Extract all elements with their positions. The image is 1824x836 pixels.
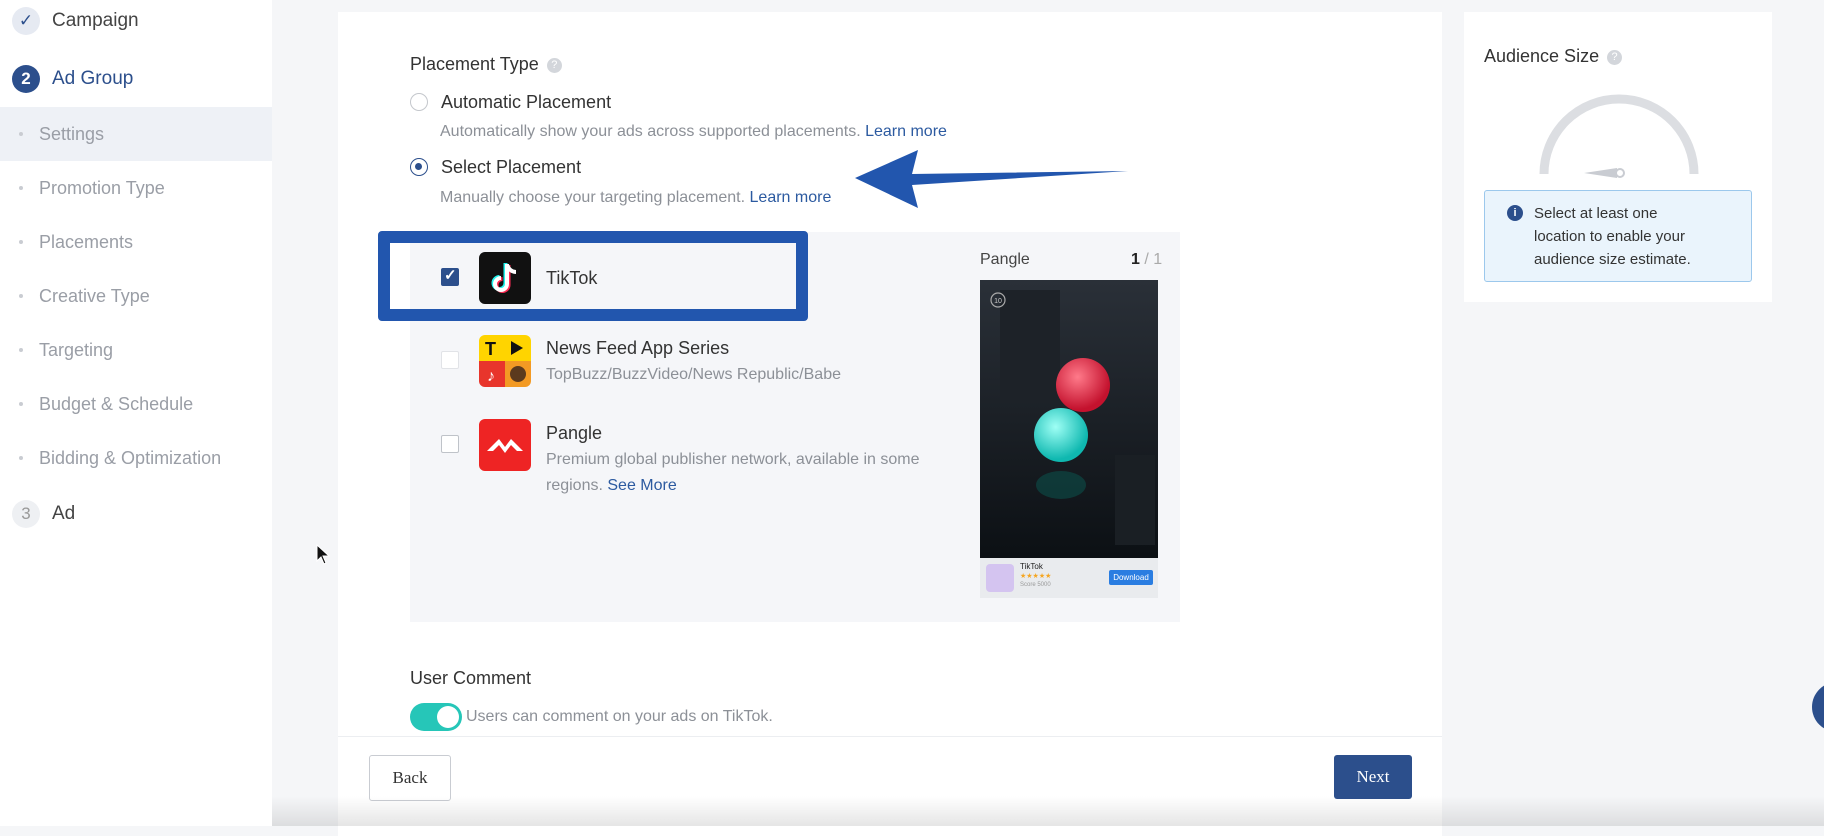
bullet-icon	[19, 132, 23, 136]
step-ad-group[interactable]: 2 Ad Group	[12, 65, 133, 93]
automatic-desc-text: Automatically show your ads across suppo…	[440, 123, 861, 140]
placement-type-label: Placement Type	[410, 54, 539, 74]
bullet-icon	[19, 348, 23, 352]
audience-info-box: i Select at least one location to enable…	[1484, 190, 1752, 282]
select-placement-label[interactable]: Select Placement	[441, 157, 581, 178]
pangle-desc-line: Premium global publisher network, availa…	[546, 451, 920, 468]
step-number-badge: 3	[12, 500, 40, 528]
floating-action-button[interactable]	[1812, 682, 1824, 732]
automatic-placement-label[interactable]: Automatic Placement	[441, 92, 611, 113]
info-icon: i	[1507, 205, 1523, 221]
user-comment-toggle[interactable]	[410, 703, 462, 731]
preview-footer: TikTok ★★★★★ Score 5000 Download	[980, 558, 1158, 598]
preview-title: Pangle	[980, 251, 1030, 268]
audience-gauge-icon	[1539, 94, 1699, 178]
svg-text:T: T	[485, 339, 496, 359]
placement-type-heading: Placement Type?	[410, 54, 562, 75]
sidebar-item-label: Creative Type	[39, 285, 150, 306]
app-sub-news-feed: TopBuzz/BuzzVideo/News Republic/Babe	[546, 366, 841, 383]
next-button[interactable]: Next	[1334, 755, 1412, 799]
preview-pagination: 1 / 1	[1131, 251, 1162, 269]
preview-timer: 10	[994, 298, 1002, 305]
checkbox-pangle[interactable]	[441, 435, 459, 453]
learn-more-link[interactable]: Learn more	[865, 123, 947, 140]
preview-app-name: TikTok	[1020, 562, 1043, 571]
mouse-cursor-icon	[316, 544, 331, 565]
sidebar-item-label: Budget & Schedule	[39, 393, 194, 414]
toggle-knob	[437, 706, 459, 728]
bottom-shadow	[272, 796, 1824, 826]
annotation-arrow-icon	[855, 150, 1128, 208]
app-name-news-feed: News Feed App Series	[546, 338, 730, 358]
pangle-desc-text: regions.	[546, 477, 603, 494]
checkmark-icon: ✓	[12, 7, 40, 35]
sidebar-item-label: Settings	[39, 123, 105, 144]
sidebar-item-creative-type[interactable]: Creative Type	[0, 269, 272, 323]
sidebar-item-bidding-optimization[interactable]: Bidding & Optimization	[0, 431, 272, 485]
app-sub-pangle: Premium global publisher network, availa…	[546, 447, 920, 499]
preview-stars: ★★★★★	[1020, 573, 1052, 580]
step-ad[interactable]: 3 Ad	[12, 500, 75, 528]
audience-info-line: Select at least one	[1534, 205, 1658, 222]
sidebar-item-promotion-type[interactable]: Promotion Type	[0, 161, 272, 215]
select-placement-desc: Manually choose your targeting placement…	[440, 189, 831, 207]
select-desc-text: Manually choose your targeting placement…	[440, 189, 746, 206]
preview-page-total: / 1	[1144, 251, 1163, 268]
bullet-icon	[19, 240, 23, 244]
sidebar-item-settings[interactable]: Settings	[0, 107, 272, 161]
bullet-icon	[19, 294, 23, 298]
user-comment-heading: User Comment	[410, 668, 532, 688]
audience-size-card: Audience Size? i Select at least one loc…	[1464, 12, 1772, 302]
audience-info-line: location to enable your	[1534, 228, 1685, 245]
audience-info-text: Select at least one location to enable y…	[1534, 202, 1691, 271]
automatic-placement-desc: Automatically show your ads across suppo…	[440, 123, 947, 141]
sidebar-item-label: Targeting	[39, 339, 114, 360]
bullet-icon	[19, 456, 23, 460]
bullet-icon	[19, 402, 23, 406]
sidebar-item-targeting[interactable]: Targeting	[0, 323, 272, 377]
preview-page-current: 1	[1131, 251, 1140, 268]
user-comment-desc: Users can comment on your ads on TikTok.	[466, 708, 773, 725]
pangle-logo-icon	[479, 419, 531, 471]
sidebar-item-label: Promotion Type	[39, 177, 165, 198]
pangle-desc-line: regions. See More	[546, 473, 920, 499]
help-icon[interactable]: ?	[1607, 49, 1623, 65]
back-button[interactable]: Back	[369, 755, 451, 801]
ad-preview: 10 TikTok ★★★★★ Score 5000 Download	[980, 280, 1158, 598]
news-feed-logo-icon: T ♪	[479, 335, 531, 387]
sidebar-item-label: Placements	[39, 231, 134, 252]
highlight-annotation-box	[378, 231, 808, 321]
preview-scene-image: 10	[980, 280, 1158, 558]
preview-app-icon	[986, 564, 1014, 592]
preview-download-button: Download	[1109, 570, 1153, 585]
svg-text:♪: ♪	[487, 368, 495, 385]
radio-select-placement[interactable]	[410, 158, 428, 176]
preview-score: Score 5000	[1020, 582, 1051, 588]
sidebar-item-label: Bidding & Optimization	[39, 447, 222, 468]
sidebar-item-budget-schedule[interactable]: Budget & Schedule	[0, 377, 272, 431]
audience-size-heading: Audience Size?	[1484, 46, 1623, 67]
step-label: Ad	[52, 503, 76, 524]
sidebar-item-placements[interactable]: Placements	[0, 215, 272, 269]
step-label: Ad Group	[52, 68, 134, 89]
sidebar: ✓ Campaign 2 Ad Group Settings Promotion…	[0, 0, 272, 826]
audience-size-label: Audience Size	[1484, 46, 1600, 66]
learn-more-link[interactable]: Learn more	[750, 189, 832, 206]
step-label: Campaign	[52, 10, 139, 31]
audience-info-line: audience size estimate.	[1534, 251, 1691, 268]
step-campaign[interactable]: ✓ Campaign	[12, 7, 139, 35]
see-more-link[interactable]: See More	[607, 477, 676, 494]
step-number-badge: 2	[12, 65, 40, 93]
checkbox-news-feed[interactable]	[441, 351, 459, 369]
bullet-icon	[19, 186, 23, 190]
app-name-pangle: Pangle	[546, 423, 603, 443]
help-icon[interactable]: ?	[546, 57, 562, 73]
radio-automatic-placement[interactable]	[410, 93, 428, 111]
